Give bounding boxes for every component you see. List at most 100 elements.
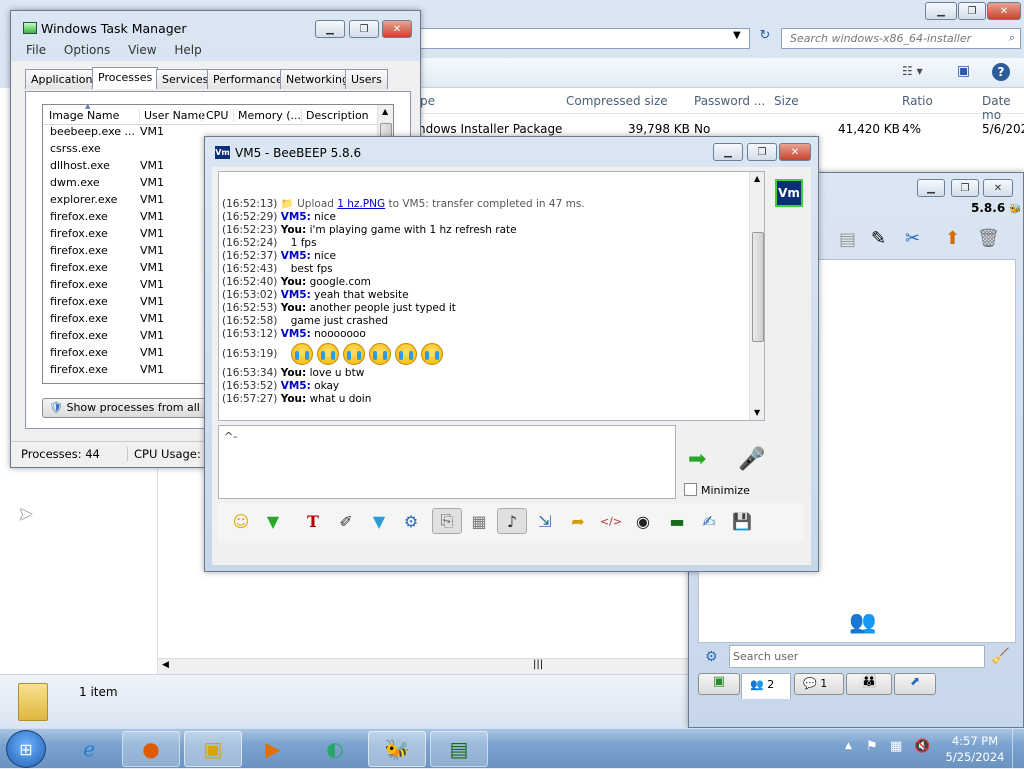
preview-pane-icon[interactable]: ▣	[957, 63, 970, 79]
tray-expand-icon[interactable]: ▲	[845, 741, 852, 751]
show-desktop-button[interactable]	[1012, 729, 1024, 769]
tm-minimize-button[interactable]: ▁	[315, 20, 345, 38]
menu-file[interactable]: File	[26, 43, 46, 57]
menu-help[interactable]: Help	[174, 43, 201, 57]
users-tab-icon: 👥	[750, 678, 764, 691]
chat-message: (16:52:24) 1 fps	[222, 237, 742, 250]
edit-icon[interactable]: ✎	[871, 228, 886, 249]
chat-scroll-thumb[interactable]	[752, 232, 764, 342]
col-description[interactable]: Description	[301, 109, 369, 122]
view-options-icon[interactable]: ☷ ▾	[902, 64, 923, 78]
chat-app-icon-taskbar[interactable]: ◐	[306, 731, 364, 767]
col-ratio[interactable]: Ratio	[902, 94, 933, 108]
search-input[interactable]: Search windows-x86_64-installer ⌕	[781, 28, 1021, 49]
col-size[interactable]: Size	[774, 94, 799, 108]
menu-view[interactable]: View	[128, 43, 156, 57]
clock[interactable]: 4:57 PM 5/25/2024	[940, 733, 1010, 765]
scroll-left-icon[interactable]: ◀	[162, 660, 169, 670]
chat-minimize-button[interactable]: ▁	[713, 143, 743, 161]
screenshot-icon[interactable]: ▦	[466, 508, 492, 534]
send-file-icon[interactable]: ➦	[565, 508, 591, 534]
chat-history[interactable]: (16:52:13) 📁 Upload 1 hz.PNG to VM5: tra…	[218, 171, 765, 421]
tab-networking[interactable]: Networking	[280, 69, 355, 89]
bb-maximize-button[interactable]: ❐	[951, 179, 979, 197]
broom-icon[interactable]: 🧹	[991, 647, 1010, 665]
chat-close-button[interactable]: ✕	[779, 143, 811, 161]
minimize-checkbox[interactable]	[684, 483, 697, 496]
send-icon[interactable]: ➡	[688, 447, 706, 472]
notes-icon[interactable]: ✍	[696, 508, 722, 534]
save-chat-icon[interactable]: ⎘	[432, 508, 462, 534]
col-cpu[interactable]: CPU	[201, 109, 228, 122]
col-user-name[interactable]: User Name	[139, 109, 205, 122]
explorer-minimize-button[interactable]: ▁	[925, 2, 957, 20]
settings-icon[interactable]: ⚙	[398, 508, 424, 534]
media-player-icon[interactable]: ▶	[244, 731, 302, 767]
explorer-maximize-button[interactable]: ❐	[958, 2, 986, 20]
camera-icon[interactable]: ◉	[630, 508, 656, 534]
disk-icon[interactable]: 💾	[729, 508, 755, 534]
tab-performance[interactable]: Performance	[207, 69, 289, 89]
tools-icon[interactable]: ✂	[905, 228, 920, 249]
filter-icon[interactable]: ▼	[366, 508, 392, 534]
volume-mute-icon[interactable]: 🔇	[914, 739, 930, 754]
tab-chats[interactable]: 💬 1	[794, 673, 844, 695]
tab-groups[interactable]: 👪	[846, 673, 892, 695]
beebeep-icon[interactable]: 🐝	[368, 731, 426, 767]
bb-settings-icon[interactable]: ⚙	[705, 649, 718, 665]
bb-close-button[interactable]: ✕	[983, 179, 1013, 197]
address-bar[interactable]	[420, 28, 750, 49]
color-icon[interactable]: ✐	[333, 508, 359, 534]
col-memory[interactable]: Memory (...	[233, 109, 301, 122]
task-manager-taskbar-icon[interactable]: ▤	[430, 731, 488, 767]
emoticon-menu-icon[interactable]: ▼	[260, 508, 286, 534]
refresh-icon[interactable]: ↻	[754, 28, 776, 49]
menu-options[interactable]: Options	[64, 43, 110, 57]
emoticon-icon[interactable]: ☺	[228, 508, 254, 534]
terminal-icon[interactable]: ▬	[664, 508, 690, 534]
tab-processes[interactable]: Processes	[92, 67, 159, 89]
flag-icon[interactable]: ⚑	[866, 739, 878, 754]
horizontal-scrollbar[interactable]: ◀ |||	[158, 658, 688, 674]
explorer-close-button[interactable]: ✕	[987, 2, 1021, 20]
html-icon[interactable]: </>	[598, 508, 624, 534]
tab-users[interactable]: 👥 2	[741, 673, 791, 699]
file-ratio: 4%	[902, 122, 922, 136]
col-date[interactable]: Date mo	[982, 94, 1024, 122]
tab-users[interactable]: Users	[345, 69, 388, 89]
explorer-icon[interactable]: ▣	[184, 731, 242, 767]
bb-tool-icon-1[interactable]: ▤	[839, 229, 856, 250]
message-input[interactable]: ^-	[218, 425, 676, 499]
upload-file-link[interactable]: 1 hz.PNG	[337, 198, 385, 210]
scroll-up-icon[interactable]: ▲	[382, 107, 388, 116]
search-user-input[interactable]: Search user	[729, 645, 985, 668]
microphone-icon[interactable]: 🎤	[738, 447, 765, 472]
chat-maximize-button[interactable]: ❐	[747, 143, 777, 161]
exit-icon[interactable]: ⬆	[945, 228, 960, 249]
message-timestamp: (16:52:29)	[222, 211, 278, 223]
chat-scroll-up-icon[interactable]: ▲	[754, 174, 760, 183]
tab-services[interactable]: Services	[156, 69, 215, 89]
tab-screen[interactable]: ▣	[698, 673, 740, 695]
tab-shares[interactable]: ⬈	[894, 673, 936, 695]
chat-scrollbar[interactable]: ▲ ▼	[749, 172, 764, 420]
start-button[interactable]: ⊞	[6, 730, 46, 768]
col-password[interactable]: Password ...	[694, 94, 765, 108]
firefox-icon[interactable]: ●	[122, 731, 180, 767]
ie-icon[interactable]: ℯ	[60, 731, 118, 767]
address-dropdown-icon[interactable]: ▼	[733, 30, 741, 41]
tm-close-button[interactable]: ✕	[382, 20, 412, 38]
col-type[interactable]: pe	[420, 94, 435, 108]
font-icon[interactable]: T	[300, 508, 326, 534]
trash-icon[interactable]: 🗑	[977, 228, 1000, 249]
export-icon[interactable]: ⇲	[532, 508, 558, 534]
bb-minimize-button[interactable]: ▁	[917, 179, 945, 197]
network-icon[interactable]: ▦	[890, 739, 902, 754]
clear-icon[interactable]: ♪	[497, 508, 527, 534]
help-icon[interactable]: ?	[992, 63, 1010, 81]
chat-scroll-down-icon[interactable]: ▼	[754, 408, 760, 417]
col-compressed-size[interactable]: Compressed size	[566, 94, 668, 108]
tm-maximize-button[interactable]: ❐	[349, 20, 379, 38]
scroll-thumb-grip-icon[interactable]: |||	[533, 659, 543, 670]
col-image-name[interactable]: Image Name	[49, 109, 119, 122]
